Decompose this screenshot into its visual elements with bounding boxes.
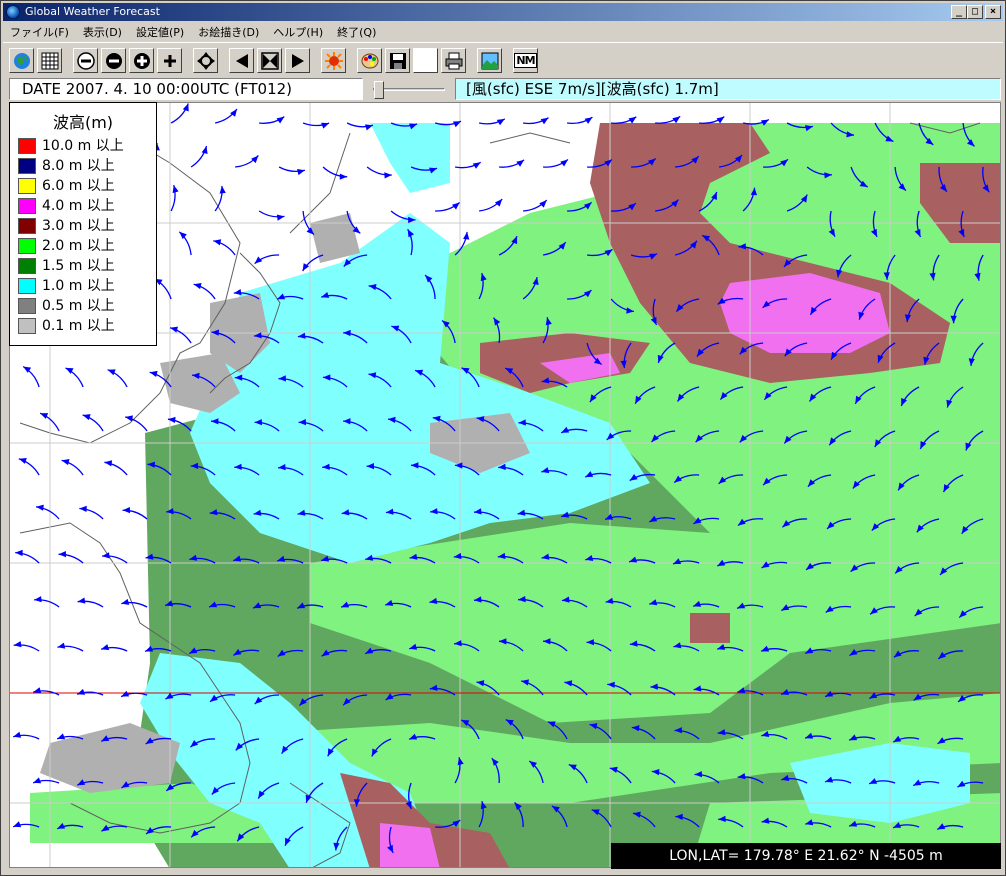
legend-row: 10.0 m 以上	[18, 137, 152, 155]
minus-icon	[76, 51, 95, 70]
coordinate-readout: LON,LAT= 179.78° E 21.62° N -4505 m	[611, 843, 1001, 869]
zoom-in-icon	[133, 52, 150, 69]
menu-view[interactable]: 表示(D)	[76, 24, 129, 40]
save-icon	[389, 52, 406, 69]
zoom-out-icon	[105, 52, 122, 69]
fit-icon	[260, 51, 279, 70]
legend-label: 1.5 m 以上	[42, 258, 115, 274]
globe-app-icon	[6, 5, 20, 19]
legend-row: 0.1 m 以上	[18, 317, 152, 335]
legend-swatch	[18, 258, 36, 274]
legend-title: 波高(m)	[52, 113, 114, 132]
legend-label: 8.0 m 以上	[42, 158, 115, 174]
main-window: Global Weather Forecast _ □ × ファイル(F) 表示…	[0, 0, 1006, 876]
sun-button[interactable]	[321, 48, 346, 73]
palette-button[interactable]	[357, 48, 382, 73]
minimize-button[interactable]: _	[951, 5, 967, 19]
legend-swatch	[18, 158, 36, 174]
legend-swatch	[18, 138, 36, 154]
sun-icon	[324, 51, 343, 70]
legend-label: 4.0 m 以上	[42, 198, 115, 214]
save-button[interactable]	[385, 48, 410, 73]
forecast-date: DATE 2007. 4. 10 00:00UTC (FT012)	[9, 78, 363, 100]
globe-button[interactable]	[9, 48, 34, 73]
legend-swatch	[18, 198, 36, 214]
legend-row: 3.0 m 以上	[18, 217, 152, 235]
grid-icon	[41, 52, 58, 69]
maximize-button[interactable]: □	[967, 5, 983, 19]
legend-swatch	[18, 238, 36, 254]
image-button[interactable]	[477, 48, 502, 73]
grid-button[interactable]	[37, 48, 62, 73]
legend-row: 0.5 m 以上	[18, 297, 152, 315]
legend-swatch	[18, 278, 36, 294]
weather-map[interactable]	[9, 102, 1001, 868]
menu-help[interactable]: ヘルプ(H)	[266, 24, 330, 40]
zoom-out-button[interactable]	[101, 48, 126, 73]
zoom-in-button[interactable]	[129, 48, 154, 73]
blank-button[interactable]	[413, 48, 438, 73]
legend-swatch	[18, 218, 36, 234]
legend-label: 2.0 m 以上	[42, 238, 115, 254]
window-title: Global Weather Forecast	[25, 5, 160, 18]
menu-drawing[interactable]: お絵描き(D)	[191, 24, 266, 40]
wave-height-map	[10, 103, 1000, 867]
globe-icon	[13, 52, 30, 69]
legend-row: 2.0 m 以上	[18, 237, 152, 255]
next-button[interactable]	[285, 48, 310, 73]
prev-button[interactable]	[229, 48, 254, 73]
legend-row: 1.0 m 以上	[18, 277, 152, 295]
menu-quit[interactable]: 終了(Q)	[330, 24, 383, 40]
menu-bar: ファイル(F) 表示(D) 設定値(P) お絵描き(D) ヘルプ(H) 終了(Q…	[3, 22, 1003, 41]
plus-icon	[163, 54, 176, 67]
legend-label: 10.0 m 以上	[42, 138, 124, 154]
menu-settings[interactable]: 設定値(P)	[129, 24, 191, 40]
time-slider-thumb[interactable]	[374, 81, 384, 99]
legend-label: 1.0 m 以上	[42, 278, 115, 294]
plus-button[interactable]	[157, 48, 182, 73]
menu-file[interactable]: ファイル(F)	[3, 24, 76, 40]
legend-row: 4.0 m 以上	[18, 197, 152, 215]
minus-button[interactable]	[73, 48, 98, 73]
legend-row: 1.5 m 以上	[18, 257, 152, 275]
status-row: DATE 2007. 4. 10 00:00UTC (FT012) [風(sfc…	[3, 77, 1003, 101]
legend-swatch	[18, 318, 36, 334]
legend-label: 0.5 m 以上	[42, 298, 115, 314]
next-icon	[291, 53, 304, 68]
print-button[interactable]	[441, 48, 466, 73]
legend-label: 6.0 m 以上	[42, 178, 115, 194]
nm-button[interactable]: NM	[513, 48, 538, 73]
image-icon	[481, 52, 498, 69]
prev-icon	[235, 53, 248, 68]
legend-row: 6.0 m 以上	[18, 177, 152, 195]
move-button[interactable]	[193, 48, 218, 73]
legend-swatch	[18, 178, 36, 194]
palette-icon	[361, 53, 378, 68]
title-bar[interactable]: Global Weather Forecast _ □ ×	[3, 3, 1003, 21]
legend-row: 8.0 m 以上	[18, 157, 152, 175]
print-icon	[445, 52, 462, 69]
move-icon	[196, 51, 215, 70]
legend-swatch	[18, 298, 36, 314]
toolbar: NM	[3, 42, 1003, 76]
fit-button[interactable]	[257, 48, 282, 73]
legend: 波高(m) 10.0 m 以上 8.0 m 以上 6.0 m 以上 4.0 m 以上 3…	[9, 102, 157, 346]
point-info: [風(sfc) ESE 7m/s][波高(sfc) 1.7m]	[455, 78, 1001, 100]
close-button[interactable]: ×	[985, 5, 1001, 19]
time-slider[interactable]	[369, 81, 449, 99]
legend-label: 0.1 m 以上	[42, 318, 115, 334]
nm-icon: NM	[514, 53, 537, 68]
legend-label: 3.0 m 以上	[42, 218, 115, 234]
